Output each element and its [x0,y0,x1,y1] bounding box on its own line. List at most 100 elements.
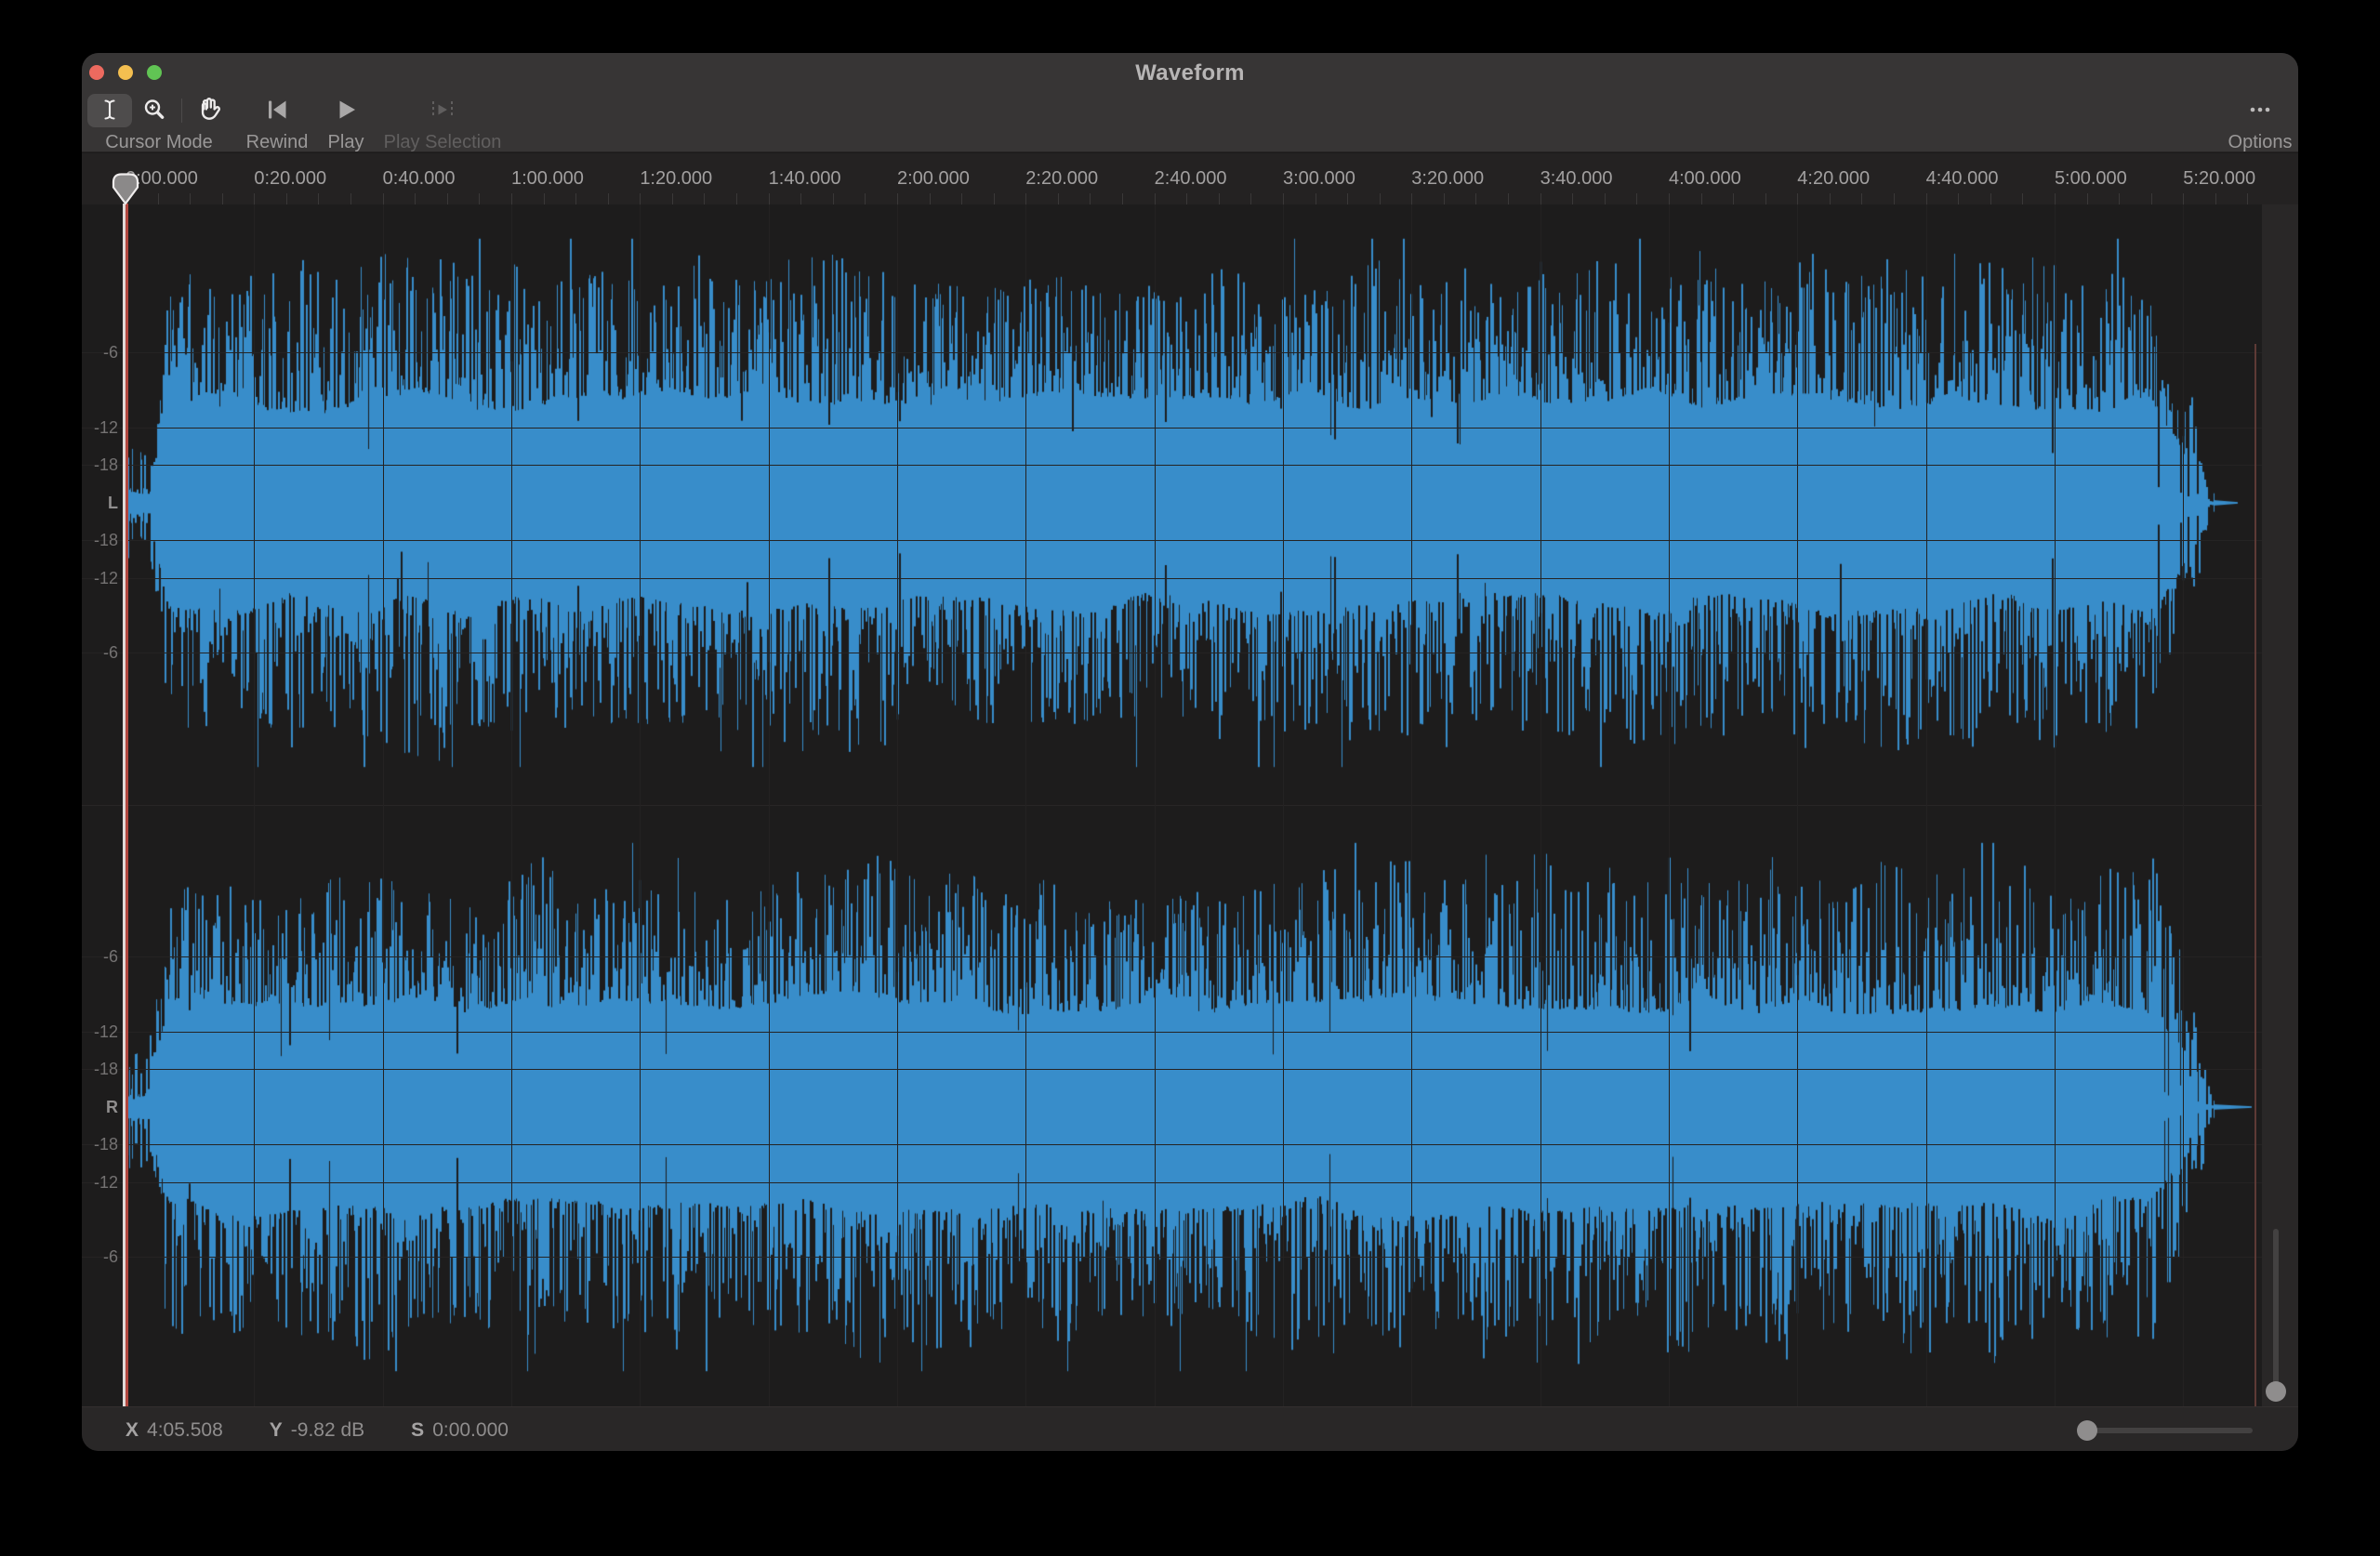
db-gridline [82,1182,2262,1183]
ruler-time-label: 4:00.000 [1669,168,1741,190]
cursor-mode-label: Cursor Mode [86,132,232,153]
hand-icon [195,96,223,126]
play-icon [334,98,358,125]
vertical-zoom-slider-track[interactable] [2273,1229,2279,1392]
ruler-time-label: 2:40.000 [1155,168,1227,190]
db-scale-label: -6 [82,642,118,663]
ruler-tick [2087,193,2088,204]
cursor-mode-group: Cursor Mode [86,91,232,153]
db-scale-label: -12 [82,568,118,588]
timeline-ruler[interactable]: 0:00.0000:20.0000:40.0001:00.0001:20.000… [82,153,2298,204]
ruler-time-label: 5:20.000 [2183,168,2255,190]
ruler-tick [1380,193,1381,204]
ruler-tick [1444,193,1445,204]
ruler-tick [1475,193,1476,204]
ruler-tick [1540,193,1541,204]
toolbar-divider [181,99,182,123]
horizontal-zoom-slider-thumb[interactable] [2077,1420,2097,1441]
ruler-tick [1347,193,1348,204]
options-button[interactable] [2246,98,2274,125]
vertical-zoom-slider-thumb[interactable] [2266,1381,2286,1402]
ruler-time-label: 2:00.000 [897,168,970,190]
s-value: 0:00.000 [432,1419,509,1442]
ruler-tick [2055,193,2056,204]
ruler-tick [1797,193,1798,204]
selection-start-readout: S 0:00.000 [411,1419,509,1442]
db-scale-label: -6 [82,342,118,363]
y-label: Y [270,1419,283,1442]
db-scale-label: -6 [82,1246,118,1267]
ruler-time-label: 5:00.000 [2055,168,2127,190]
rewind-icon [265,98,289,125]
ruler-tick [1155,193,1156,204]
ruler-tick [1090,193,1091,204]
ruler-tick [1990,193,1991,204]
db-gridline [82,352,2262,353]
playhead-handle[interactable] [110,171,141,210]
ruler-tick [222,193,223,204]
db-scale-label: -6 [82,946,118,967]
db-scale-label: -18 [82,530,118,550]
status-readout: X 4:05.508 Y -9.82 dB S 0:00.000 [126,1419,555,1442]
ruler-tick [318,193,319,204]
ruler-tick [1733,193,1734,204]
time-gridline [511,204,512,1406]
magnifier-plus-icon [141,97,167,125]
ruler-tick [1701,193,1702,204]
ruler-tick [1122,193,1123,204]
ruler-tick [1605,193,1606,204]
ruler-tick [1669,193,1670,204]
ruler-tick [286,193,287,204]
play-button[interactable] [334,98,358,125]
ruler-tick [865,193,866,204]
waveform-display-area[interactable]: -6-12-18L-18-12-6-6-12-18R-18-12-6 [82,204,2262,1406]
ruler-tick [2215,193,2216,204]
ruler-tick [1508,193,1509,204]
ruler-time-label: 3:40.000 [1540,168,1613,190]
time-gridline [1797,204,1798,1406]
ruler-tick [1636,193,1637,204]
ruler-tick [1411,193,1412,204]
db-scale-label: -18 [82,455,118,475]
rewind-button[interactable] [265,98,289,125]
horizontal-zoom-slider-track[interactable] [2087,1428,2253,1433]
db-gridline [82,1069,2262,1070]
waveform-window: Waveform [82,53,2298,1451]
ruler-tick [1572,193,1573,204]
db-gridline [82,1032,2262,1033]
ruler-time-label: 4:40.000 [1926,168,1999,190]
zoom-tool-button[interactable] [132,94,177,127]
ruler-tick [1958,193,1959,204]
ruler-tick [383,193,384,204]
time-gridline [2183,204,2184,1406]
time-gridline [1926,204,1927,1406]
y-value: -9.82 dB [291,1419,364,1442]
window-title: Waveform [82,60,2298,86]
time-gridline [1669,204,1670,1406]
play-selection-label: Play Selection [377,132,508,153]
ruler-tick [833,193,834,204]
hand-tool-button[interactable] [187,94,231,127]
ruler-time-label: 3:20.000 [1411,168,1484,190]
ruler-tick [158,193,159,204]
play-selection-icon [429,98,456,125]
ruler-tick [479,193,480,204]
ruler-tick [544,193,545,204]
ruler-tick [897,193,898,204]
ruler-tick [1926,193,1927,204]
ruler-tick [575,193,576,204]
db-scale-label: -18 [82,1059,118,1079]
options-label: Options [2209,132,2298,153]
ruler-tick [2022,193,2023,204]
ruler-tick [1058,193,1059,204]
options-group: Options [2209,91,2298,153]
text-cursor-tool-button[interactable] [87,94,132,127]
play-label: Play [316,132,376,153]
ruler-tick [1025,193,1026,204]
ruler-tick [254,193,255,204]
channel-name-label: R [82,1097,118,1117]
playhead-line [126,204,128,1406]
rewind-label: Rewind [238,132,316,153]
play-selection-button[interactable] [429,98,456,125]
ruler-tick [415,193,416,204]
